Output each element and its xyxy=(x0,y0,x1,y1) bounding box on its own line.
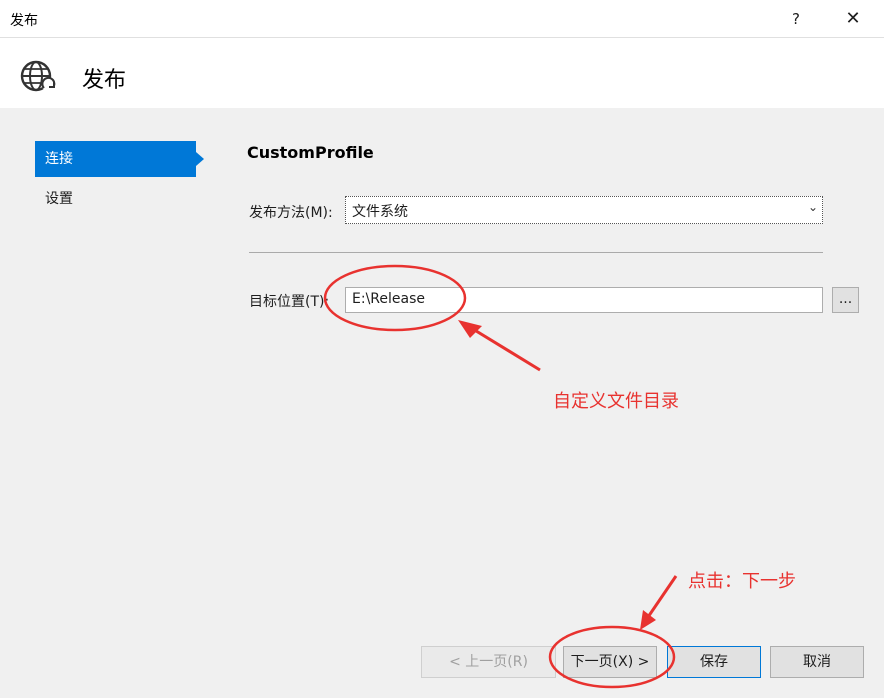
title-bar: 发布 ? ✕ xyxy=(0,0,884,38)
save-button[interactable]: 保存 xyxy=(667,646,761,678)
profile-name: CustomProfile xyxy=(247,143,374,162)
sidebar-item-connection[interactable]: 连接 xyxy=(35,141,204,177)
publish-method-label: 发布方法(M): xyxy=(249,205,333,221)
annotation-arrow-next xyxy=(644,575,678,621)
help-button[interactable]: ? xyxy=(780,4,812,34)
window-title: 发布 xyxy=(10,13,38,29)
close-button[interactable]: ✕ xyxy=(836,4,870,34)
target-location-label: 目标位置(T): xyxy=(249,294,330,310)
next-button[interactable]: 下一页(X) > xyxy=(563,646,657,678)
annotation-arrow-target xyxy=(467,324,541,372)
page-header: 发布 xyxy=(0,38,884,108)
target-location-value: E:\Release xyxy=(352,291,425,307)
browse-button[interactable]: ... xyxy=(832,287,859,313)
cancel-button[interactable]: 取消 xyxy=(770,646,864,678)
globe-publish-icon xyxy=(20,60,56,92)
target-location-input[interactable]: E:\Release xyxy=(345,287,823,313)
annotation-click-next: 点击：下一步 xyxy=(688,571,796,592)
prev-button[interactable]: < 上一页(R) xyxy=(421,646,556,678)
chevron-down-icon: ⌄ xyxy=(807,200,818,214)
annotation-custom-dir: 自定义文件目录 xyxy=(553,391,679,412)
annotation-arrowhead-target xyxy=(458,320,482,338)
publish-method-select[interactable]: 文件系统 ⌄ xyxy=(345,196,823,224)
divider xyxy=(249,252,823,253)
annotation-arrowhead-next xyxy=(640,610,656,630)
sidebar-item-settings[interactable]: 设置 xyxy=(35,181,196,217)
page-title: 发布 xyxy=(82,68,127,93)
publish-method-value: 文件系统 xyxy=(352,204,408,220)
